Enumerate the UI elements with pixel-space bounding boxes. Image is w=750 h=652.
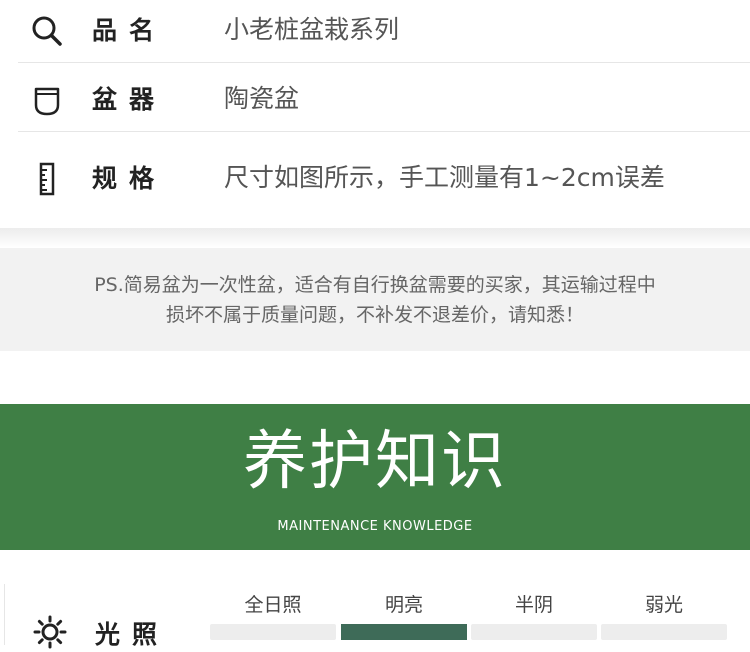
banner-title: 养护知识 [243,425,507,499]
spec-label: 规格 [92,164,167,193]
notice-line: PS.简易盆为一次性盆，适合有自行换盆需要的买家，其运输过程中 [94,274,656,296]
spec-value: 陶瓷盆 [224,84,300,113]
light-level-label: 明亮 [384,594,423,616]
spec-value: 尺寸如图所示，手工测量有1~2cm误差 [224,163,665,192]
lighting-label: 光照 [95,620,170,649]
light-level-full-sun: 全日照 [210,584,336,645]
spec-row-pot: 盆器 陶瓷盆 [18,69,750,132]
light-level-bright: 明亮 [341,584,467,645]
light-level-label: 弱光 [644,594,683,616]
banner-subtitle: MAINTENANCE KNOWLEDGE [277,519,473,534]
product-spec-card: 品名 小老桩盆栽系列 盆器 陶瓷盆 规格 尺寸如图所示，手工测量有1~2cm误差 [0,0,750,228]
pot-icon [30,83,64,117]
ruler-icon [30,162,64,196]
light-level-partial-shade: 半阴 [471,584,597,645]
care-banner: 养护知识 MAINTENANCE KNOWLEDGE [0,404,750,550]
spec-row-size: 规格 尺寸如图所示，手工测量有1~2cm误差 [18,148,750,210]
notice-line: 损坏不属于质量问题，不补发不退差价，请知悉！ [165,304,584,326]
spec-label: 品名 [92,16,167,45]
light-level-label: 半阴 [514,594,553,616]
purchase-notice: PS.简易盆为一次性盆，适合有自行换盆需要的买家，其运输过程中 损坏不属于质量问… [0,248,750,351]
light-level-bar [601,624,727,640]
spec-label: 盆器 [92,85,167,114]
section-divider [0,228,750,248]
lighting-card: 光照 全日照 明亮 半阴 弱光 [4,584,750,649]
sun-icon [33,615,67,649]
light-level-label: 全日照 [244,594,302,616]
search-icon [30,14,64,48]
light-level-bar [471,624,597,640]
light-level-bar-selected [341,624,467,640]
spec-row-name: 品名 小老桩盆栽系列 [18,0,750,63]
light-level-low-light: 弱光 [601,584,727,645]
light-level-bar [210,624,336,640]
spec-value: 小老桩盆栽系列 [224,15,400,44]
